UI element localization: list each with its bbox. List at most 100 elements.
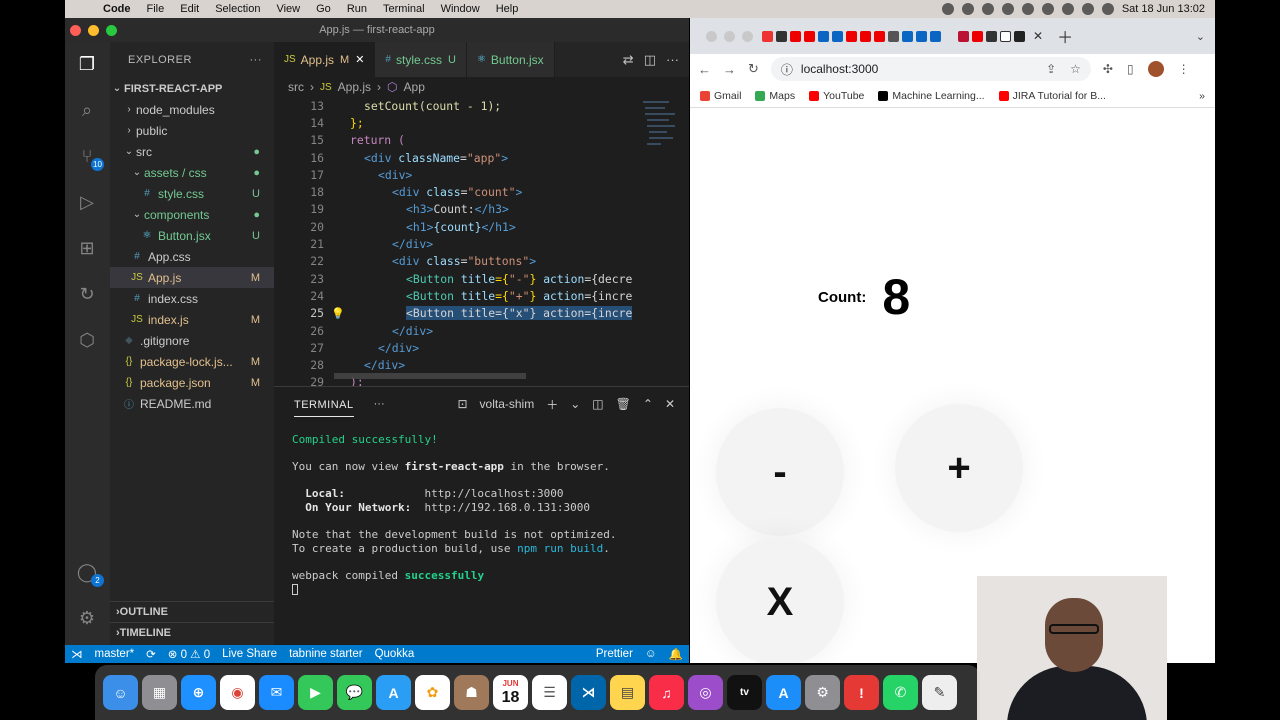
code-editor[interactable]: 13 setCount(count - 1); 14 }; 15 return … [274, 97, 689, 386]
tree-file-index-css[interactable]: # index.css [110, 288, 274, 309]
tree-file-app-css[interactable]: # App.css [110, 246, 274, 267]
contacts-icon[interactable]: ☗ [454, 675, 489, 710]
info-icon[interactable]: ⓘ [781, 61, 793, 78]
tree-file-app-js[interactable]: JS App.js M [110, 267, 274, 288]
forward-icon[interactable]: → [723, 62, 736, 77]
bookmark-maps[interactable]: Maps [755, 90, 795, 102]
minimize-window-button[interactable] [88, 24, 99, 36]
chrome-icon[interactable]: ◉ [220, 675, 255, 710]
tab-style-css[interactable]: # style.css U [375, 42, 467, 77]
compare-icon[interactable]: ⇄ [623, 52, 634, 68]
tree-file-button-jsx[interactable]: ⚛ Button.jsx U [110, 225, 274, 246]
tab-favicon[interactable] [762, 30, 773, 42]
horizontal-scrollbar[interactable] [334, 373, 526, 379]
timeline-section[interactable]: › TIMELINE [110, 622, 274, 643]
maximize-panel-icon[interactable]: ⌃ [643, 397, 653, 411]
status-icon[interactable] [941, 3, 954, 15]
battery-icon[interactable] [1021, 3, 1034, 15]
menu-window[interactable]: Window [433, 3, 488, 15]
menu-selection[interactable]: Selection [207, 3, 268, 15]
reload-icon[interactable]: ↻ [748, 61, 759, 77]
photos-icon[interactable]: ✿ [415, 675, 450, 710]
tab-favicon[interactable] [860, 30, 871, 42]
textedit-icon[interactable]: ✎ [922, 675, 957, 710]
tab-button-jsx[interactable]: ⚛ Button.jsx [466, 42, 555, 77]
gear-icon[interactable]: ⚙ [75, 606, 99, 630]
status-icon[interactable] [961, 3, 974, 15]
outline-section[interactable]: › OUTLINE [110, 601, 274, 622]
breadcrumb-src[interactable]: src [288, 80, 304, 94]
explorer-icon[interactable]: ❐ [75, 52, 99, 76]
tab-favicon[interactable] [902, 30, 913, 42]
tree-file-readme[interactable]: ⓘ README.md [110, 393, 274, 414]
extensions-icon[interactable]: ⊞ [75, 236, 99, 260]
feedback-icon[interactable]: ! [844, 675, 879, 710]
tab-favicon[interactable] [958, 30, 969, 42]
notes-icon[interactable]: ▤ [610, 675, 645, 710]
share-icon[interactable]: ⇪ [1046, 62, 1056, 76]
tab-favicon[interactable] [986, 30, 997, 42]
tabnine-indicator[interactable]: tabnine starter [283, 648, 369, 660]
appletv-icon[interactable]: tv [727, 675, 762, 710]
more-actions-icon[interactable]: ··· [374, 398, 385, 410]
facetime-icon[interactable]: ▶ [298, 675, 333, 710]
bell-icon[interactable]: 🔔 [663, 647, 689, 661]
bookmark-jira-tutorial[interactable]: JIRA Tutorial for B... [998, 90, 1106, 102]
system-preferences-icon[interactable]: ⚙ [805, 675, 840, 710]
chevron-down-icon[interactable]: ⌄ [570, 397, 580, 411]
lightbulb-icon[interactable]: 💡 [331, 307, 345, 320]
address-bar[interactable]: ⓘ localhost:3000 ⇪ ☆ [770, 57, 1091, 81]
local-url[interactable]: http://localhost:3000 [424, 487, 563, 500]
git-branch[interactable]: master* [89, 648, 141, 660]
tab-favicon[interactable] [1000, 30, 1011, 42]
tab-favicon[interactable] [930, 30, 941, 42]
whatsapp-icon[interactable]: ✆ [883, 675, 918, 710]
status-icon[interactable] [981, 3, 994, 15]
bookmark-gmail[interactable]: Gmail [700, 90, 741, 102]
split-terminal-icon[interactable]: ◫ [592, 397, 603, 411]
menu-view[interactable]: View [268, 3, 308, 15]
avatar[interactable] [1147, 61, 1164, 77]
control-center-icon[interactable] [1081, 3, 1094, 15]
back-icon[interactable]: ← [698, 62, 711, 77]
tab-favicon[interactable] [972, 30, 983, 42]
search-icon[interactable] [1061, 3, 1074, 15]
tree-file-gitignore[interactable]: ◆ .gitignore [110, 330, 274, 351]
tree-file-index-js[interactable]: JS index.js M [110, 309, 274, 330]
menu-help[interactable]: Help [488, 3, 527, 15]
bookmark-machine-learning[interactable]: Machine Learning... [878, 90, 985, 102]
zoom-window-button[interactable] [106, 24, 117, 36]
bookmark-youtube[interactable]: YouTube [809, 90, 864, 102]
tab-favicon[interactable] [832, 30, 843, 42]
quokka-indicator[interactable]: Quokka [369, 648, 421, 660]
menu-run[interactable]: Run [339, 3, 375, 15]
remote-indicator[interactable]: ⋊ [65, 647, 89, 661]
appstore-icon[interactable]: A [766, 675, 801, 710]
tree-folder-public[interactable]: › public [110, 120, 274, 141]
appstore-util-icon[interactable]: A [376, 675, 411, 710]
trash-icon[interactable]: 🗑 [616, 397, 631, 411]
tab-favicon[interactable] [804, 30, 815, 42]
more-actions-icon[interactable]: ··· [250, 54, 263, 66]
tab-favicon[interactable] [790, 30, 801, 42]
tab-favicon[interactable] [846, 30, 857, 42]
problems-indicator[interactable]: ⊗ 0 ⚠ 0 [162, 647, 216, 661]
more-actions-icon[interactable]: ··· [666, 52, 679, 67]
wifi-icon[interactable] [1041, 3, 1054, 15]
menu-clock[interactable]: Sat 18 Jun 13:02 [1122, 3, 1205, 15]
project-root[interactable]: ⌄ FIRST-REACT-APP [110, 78, 274, 99]
play-icon[interactable] [1001, 3, 1014, 15]
menu-terminal[interactable]: Terminal [375, 3, 433, 15]
tree-folder-src[interactable]: ⌄ src ● [110, 141, 274, 162]
network-url[interactable]: http://192.168.0.131:3000 [424, 501, 590, 514]
tree-file-package-json[interactable]: {} package.json M [110, 372, 274, 393]
source-control-icon[interactable]: ⑂ 10 [75, 144, 104, 171]
mail-icon[interactable]: ✉ [259, 675, 294, 710]
live-share-button[interactable]: Live Share [216, 648, 283, 660]
accounts-icon[interactable]: ◯ 2 [75, 560, 104, 587]
tree-file-package-lock[interactable]: {} package-lock.js... M [110, 351, 274, 372]
messages-icon[interactable]: 💬 [337, 675, 372, 710]
menu-file[interactable]: File [139, 3, 173, 15]
tab-terminal[interactable]: TERMINAL [294, 391, 354, 417]
terminal-shell-name[interactable]: volta-shim [480, 397, 535, 411]
